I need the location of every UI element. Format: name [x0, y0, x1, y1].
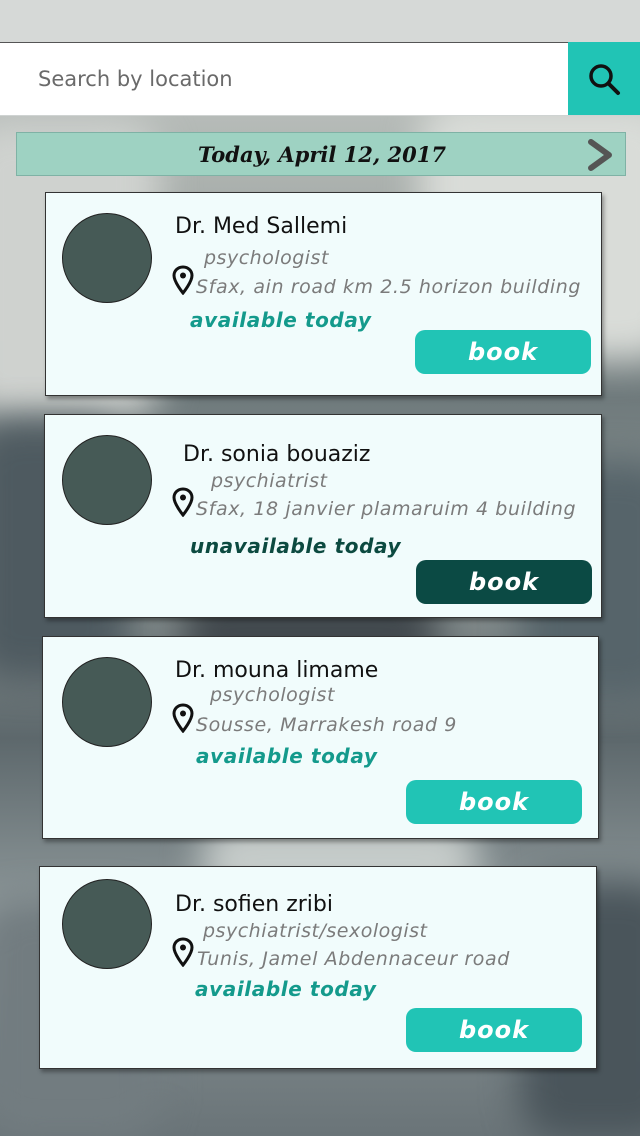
location-pin-icon — [172, 265, 194, 295]
doctor-address: Tunis, Jamel Abdennaceur road — [197, 948, 510, 970]
search-bar — [0, 42, 640, 116]
avatar — [62, 657, 152, 747]
availability-status: unavailable today — [190, 534, 402, 558]
top-bar — [0, 0, 640, 42]
doctor-card[interactable]: Dr. mouna limame psychologist Sousse, Ma… — [42, 636, 599, 839]
search-input[interactable] — [0, 43, 560, 115]
doctor-name: Dr. mouna limame — [175, 658, 379, 683]
doctor-card[interactable]: Dr. sonia bouaziz psychiatrist Sfax, 18 … — [44, 414, 602, 618]
availability-status: available today — [195, 977, 377, 1001]
avatar — [62, 213, 152, 303]
avatar — [62, 435, 152, 525]
doctor-specialty: psychiatrist/sexologist — [203, 920, 428, 942]
book-button[interactable]: book — [406, 1008, 582, 1052]
doctor-address: Sfax, 18 janvier plamaruim 4 building — [196, 498, 577, 520]
book-button[interactable]: book — [406, 780, 582, 824]
doctor-address: Sfax, ain road km 2.5 horizon building — [196, 276, 582, 298]
doctor-card[interactable]: Dr. Med Sallemi psychologist Sfax, ain r… — [45, 192, 602, 396]
doctor-card[interactable]: Dr. sofien zribi psychiatrist/sexologist… — [39, 866, 597, 1069]
avatar — [62, 879, 152, 969]
doctor-name: Dr. sonia bouaziz — [183, 442, 371, 467]
location-pin-icon — [172, 703, 194, 733]
date-label: Today, April 12, 2017 — [198, 142, 446, 167]
date-bar: Today, April 12, 2017 — [16, 132, 626, 176]
search-button[interactable] — [568, 42, 640, 115]
search-icon — [589, 63, 620, 95]
chevron-right-icon[interactable] — [583, 137, 619, 173]
location-pin-icon — [172, 937, 194, 967]
doctor-name: Dr. sofien zribi — [175, 892, 333, 917]
availability-status: available today — [190, 308, 372, 332]
book-button[interactable]: book — [415, 330, 591, 374]
doctor-name: Dr. Med Sallemi — [175, 214, 348, 239]
book-button[interactable]: book — [416, 560, 592, 604]
location-pin-icon — [172, 487, 194, 517]
doctor-specialty: psychologist — [204, 247, 329, 269]
availability-status: available today — [196, 744, 378, 768]
doctor-specialty: psychologist — [210, 684, 335, 706]
doctor-address: Sousse, Marrakesh road 9 — [196, 714, 457, 736]
doctor-specialty: psychiatrist — [211, 470, 328, 492]
